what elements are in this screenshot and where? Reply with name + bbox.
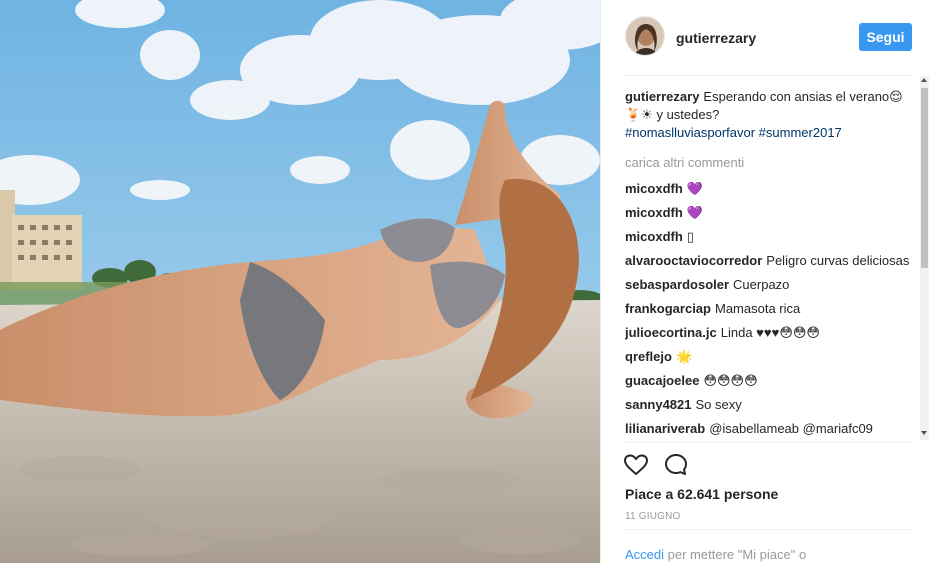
instagram-post: gutierrezary Segui gutierrezary Esperando… bbox=[0, 0, 929, 563]
comments-list[interactable]: gutierrezary Esperando con ansias el vera… bbox=[625, 88, 915, 440]
comment-text: Mamasota rica bbox=[714, 301, 801, 316]
comment-text: Linda ♥♥♥😳😳😳 bbox=[720, 325, 820, 340]
footer-divider bbox=[625, 529, 912, 530]
post-author-username[interactable]: gutierrezary bbox=[676, 30, 756, 46]
comment-username[interactable]: micoxdfh bbox=[625, 205, 683, 220]
comment-username[interactable]: sanny4821 bbox=[625, 397, 692, 412]
post-sidebar: gutierrezary Segui gutierrezary Esperando… bbox=[600, 0, 929, 563]
comment-item: sanny4821 So sexy bbox=[625, 396, 915, 414]
comment-text: 💜 bbox=[686, 205, 703, 220]
actions-divider bbox=[625, 442, 912, 443]
comment-text: Peligro curvas deliciosas bbox=[766, 253, 910, 268]
comment-item: alvarooctaviocorredor Peligro curvas deli… bbox=[625, 252, 915, 270]
speech-bubble-icon[interactable] bbox=[663, 452, 689, 478]
comment-item: micoxdfh 💜 bbox=[625, 180, 915, 198]
post-caption: gutierrezary Esperando con ansias el vera… bbox=[625, 88, 915, 142]
load-more-comments-link[interactable]: carica altri commenti bbox=[625, 154, 915, 172]
comment-item: julioecortina.jc Linda ♥♥♥😳😳😳 bbox=[625, 324, 915, 342]
comment-item: guacajoelee 😳😳😳😳 bbox=[625, 372, 915, 390]
post-header: gutierrezary Segui bbox=[601, 0, 929, 75]
comment-username[interactable]: sebaspardosoler bbox=[625, 277, 729, 292]
likes-count[interactable]: Piace a 62.641 persone bbox=[625, 486, 778, 502]
comment-item: micoxdfh 💜 bbox=[625, 204, 915, 222]
comment-username[interactable]: lilianariverab bbox=[625, 421, 705, 436]
header-divider bbox=[625, 75, 912, 76]
comment-text: 😳😳😳😳 bbox=[703, 373, 758, 388]
comment-item: qreflejo 🌟 bbox=[625, 348, 915, 366]
login-prompt-text: per mettere "Mi piace" o bbox=[667, 547, 807, 562]
comment-item: sebaspardosoler Cuerpazo bbox=[625, 276, 915, 294]
caption-username[interactable]: gutierrezary bbox=[625, 89, 699, 104]
comment-text: So sexy bbox=[695, 397, 742, 412]
post-date[interactable]: 11 GIUGNO bbox=[625, 511, 681, 522]
scrollbar-thumb[interactable] bbox=[921, 88, 928, 268]
scroll-down-arrow-icon[interactable] bbox=[921, 431, 927, 435]
comment-username[interactable]: alvarooctaviocorredor bbox=[625, 253, 762, 268]
comment-username[interactable]: guacajoelee bbox=[625, 373, 699, 388]
scroll-up-arrow-icon[interactable] bbox=[921, 78, 927, 82]
comment-username[interactable]: julioecortina.jc bbox=[625, 325, 717, 340]
beach-photo-illustration bbox=[0, 0, 600, 563]
login-link[interactable]: Accedi bbox=[625, 547, 664, 562]
comment-username[interactable]: frankogarciap bbox=[625, 301, 711, 316]
comment-item: lilianariverab @isabellameab @mariafc09 bbox=[625, 420, 915, 438]
avatar[interactable] bbox=[625, 16, 665, 56]
avatar-image bbox=[626, 17, 664, 55]
comment-text: Cuerpazo bbox=[733, 277, 790, 292]
comment-item: micoxdfh ▯ bbox=[625, 228, 915, 246]
follow-button[interactable]: Segui bbox=[859, 23, 912, 51]
comment-text: 💜 bbox=[686, 181, 703, 196]
comment-text: 🌟 bbox=[675, 349, 693, 364]
login-prompt: Accedi per mettere "Mi piace" o bbox=[625, 547, 806, 562]
comment-username[interactable]: micoxdfh bbox=[625, 229, 683, 244]
comment-text: ▯ bbox=[686, 229, 694, 244]
comment-username[interactable]: micoxdfh bbox=[625, 181, 683, 196]
comment-text[interactable]: @isabellameab @mariafc09 bbox=[709, 421, 873, 436]
comment-username[interactable]: qreflejo bbox=[625, 349, 672, 364]
comment-item: frankogarciap Mamasota rica bbox=[625, 300, 915, 318]
heart-outline-icon[interactable] bbox=[623, 452, 649, 478]
caption-hashtags[interactable]: #nomaslluviasporfavor #summer2017 bbox=[625, 125, 842, 140]
post-photo[interactable] bbox=[0, 0, 600, 563]
